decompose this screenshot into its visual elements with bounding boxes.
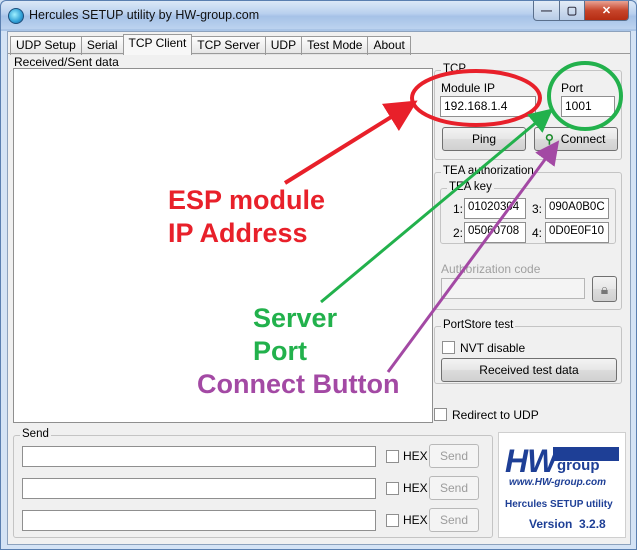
- annotation-ip: ESP module IP Address: [168, 184, 325, 250]
- tea-key-title: TEA key: [447, 181, 494, 193]
- annotation-port-line1: Server: [253, 303, 338, 333]
- tab-divider: [8, 53, 630, 54]
- window-title: Hercules SETUP utility by HW-group.com: [29, 8, 260, 22]
- tea-key-4-field[interactable]: 0D0E0F10: [545, 222, 609, 243]
- auth-code-label: Authorization code: [441, 262, 541, 276]
- annotation-ip-line2: IP Address: [168, 218, 308, 248]
- nvt-disable-checkbox[interactable]: [442, 341, 455, 354]
- hex-label-1: HEX: [403, 449, 428, 463]
- redirect-udp-label: Redirect to UDP: [452, 408, 539, 422]
- nvt-disable-label: NVT disable: [460, 341, 526, 355]
- received-sent-label: Received/Sent data: [14, 55, 119, 69]
- hex-checkbox-1[interactable]: [386, 450, 399, 463]
- logo-url: www.HW-group.com: [509, 477, 607, 488]
- send-input-3[interactable]: [22, 510, 376, 531]
- ping-button[interactable]: Ping: [442, 127, 526, 151]
- minimize-button[interactable]: —: [533, 1, 560, 21]
- client-area: UDP Setup Serial TCP Client TCP Server U…: [7, 31, 631, 545]
- annotation-ip-line1: ESP module: [168, 185, 326, 215]
- module-ip-field[interactable]: 192.168.1.4: [440, 96, 536, 117]
- port-field[interactable]: 1001: [561, 96, 615, 117]
- send-group-title: Send: [20, 428, 51, 440]
- logo-hw: HW: [505, 443, 557, 479]
- tea-key-3-field[interactable]: 090A0B0C: [545, 198, 609, 219]
- tea-key-2-num: 2:: [453, 226, 464, 240]
- connect-button[interactable]: ⚲ Connect: [534, 127, 618, 151]
- logo-group: group: [557, 457, 600, 474]
- lock-icon: 🔒︎: [600, 280, 609, 297]
- hex-label-3: HEX: [403, 513, 428, 527]
- port-label: Port: [561, 81, 584, 95]
- hex-label-2: HEX: [403, 481, 428, 495]
- hex-checkbox-3[interactable]: [386, 514, 399, 527]
- tab-bar: UDP Setup Serial TCP Client TCP Server U…: [10, 34, 411, 55]
- tea-key-3-num: 3:: [532, 202, 543, 216]
- annotation-port: Server Port: [253, 302, 337, 368]
- annotation-port-line2: Port: [253, 336, 307, 366]
- send-button-1[interactable]: Send: [429, 444, 479, 468]
- tcp-group-title: TCP: [441, 63, 468, 75]
- logo-version: Version 3.2.8: [529, 517, 606, 531]
- title-bar[interactable]: Hercules SETUP utility by HW-group.com —…: [1, 1, 636, 29]
- connect-button-label: Connect: [560, 132, 606, 146]
- send-input-1[interactable]: [22, 446, 376, 467]
- tea-key-1-field[interactable]: 01020304: [464, 198, 526, 219]
- tea-key-4-num: 4:: [532, 226, 543, 240]
- tea-group-title: TEA authorization: [441, 165, 536, 177]
- send-button-2[interactable]: Send: [429, 476, 479, 500]
- close-button[interactable]: ✕: [584, 1, 629, 21]
- portstore-group-title: PortStore test: [441, 319, 516, 331]
- logo-product: Hercules SETUP utility: [505, 499, 613, 510]
- send-button-3[interactable]: Send: [429, 508, 479, 532]
- received-test-data-button[interactable]: Received test data: [441, 358, 617, 382]
- annotation-connect: Connect Button: [197, 369, 400, 399]
- app-icon: [8, 8, 24, 24]
- tea-key-1-num: 1:: [453, 202, 464, 216]
- hw-group-logo: HW group www.HW-group.com Hercules SETUP…: [498, 432, 626, 538]
- lock-button[interactable]: 🔒︎: [592, 276, 617, 302]
- send-input-2[interactable]: [22, 478, 376, 499]
- app-window: Hercules SETUP utility by HW-group.com —…: [0, 0, 637, 550]
- tab-tcp-client[interactable]: TCP Client: [122, 34, 193, 55]
- maximize-button[interactable]: ▢: [559, 1, 585, 21]
- tea-key-2-field[interactable]: 05060708: [464, 222, 526, 243]
- connect-icon: ⚲: [545, 132, 554, 146]
- redirect-udp-checkbox[interactable]: [434, 408, 447, 421]
- hex-checkbox-2[interactable]: [386, 482, 399, 495]
- auth-code-field[interactable]: [441, 278, 585, 299]
- module-ip-label: Module IP: [441, 81, 496, 95]
